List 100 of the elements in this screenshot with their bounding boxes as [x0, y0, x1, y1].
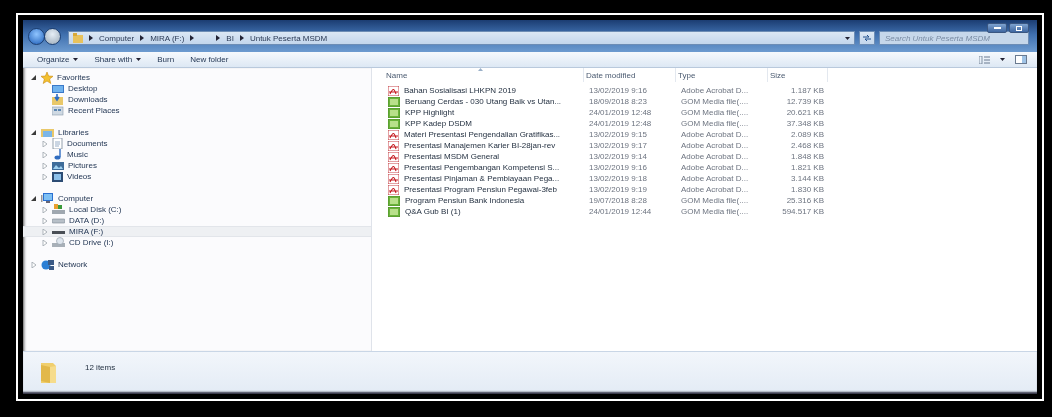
recent-places-icon — [52, 105, 64, 116]
tree-item[interactable]: Local Disk (C:) — [23, 204, 371, 215]
file-name[interactable]: Program Pensiun Bank Indonesia — [384, 195, 584, 206]
star-icon — [41, 71, 53, 84]
file-name[interactable]: Beruang Cerdas - 030 Utang Baik vs Utan... — [384, 96, 584, 107]
computer-icon — [41, 193, 54, 204]
minimize-button[interactable] — [987, 23, 1007, 33]
file-name[interactable]: KPP Kadep DSDM — [384, 118, 584, 129]
tree-item[interactable]: Videos — [23, 171, 371, 182]
date-cell-text: 24/01/2019 12:48 — [588, 118, 653, 129]
file-name[interactable]: Presentasi Pinjaman & Pembiayaan Pega... — [384, 173, 584, 184]
search-field[interactable]: Search Untuk Peserta MSDM — [879, 31, 1029, 45]
tree-item[interactable]: Documents — [23, 138, 371, 149]
file-name[interactable]: Bahan Sosialisasi LHKPN 2019 — [384, 85, 584, 96]
drive-icon — [52, 215, 65, 226]
pdf-file-icon — [388, 140, 399, 151]
toolbar-button[interactable]: Share with — [90, 52, 152, 67]
tree-item[interactable]: Network — [23, 259, 371, 270]
dropdown-arrow-icon — [1000, 58, 1005, 61]
address-bar[interactable]: Computer MIRA (F:) BI Untuk Peserta MSDM — [68, 31, 855, 45]
date-cell-text: 24/01/2019 12:48 — [588, 107, 653, 118]
tree-item[interactable]: CD Drive (I:) — [23, 237, 371, 248]
folder-icon — [73, 33, 83, 43]
date-cell-text: 13/02/2019 9:16 — [588, 162, 648, 173]
tree-item[interactable]: Computer — [23, 193, 371, 204]
tree-item[interactable]: Libraries — [23, 127, 371, 138]
date-cell-text: 13/02/2019 9:19 — [588, 184, 648, 195]
refresh-icon — [862, 33, 872, 43]
chevron-icon — [216, 35, 221, 41]
date-cell-text: 19/07/2018 8:28 — [588, 195, 648, 206]
file-name[interactable]: Materi Presentasi Pengendalian Gratifikas... — [384, 129, 584, 140]
size-cell-text: 2.089 KB — [790, 129, 825, 140]
pdf-file-icon — [388, 85, 399, 96]
type-cell-text: Adobe Acrobat D... — [680, 85, 750, 96]
size-cell-text: 37.348 KB — [785, 118, 825, 129]
pdf-file-icon — [388, 151, 399, 162]
type-cell-text: GOM Media file(.... — [680, 118, 750, 129]
media-file-icon — [388, 206, 400, 217]
forward-button[interactable] — [44, 28, 61, 45]
file-name[interactable]: KPP Highlight — [384, 107, 584, 118]
file-name[interactable]: Presentasi MSDM General — [384, 151, 584, 162]
column-header[interactable]: Date modified — [584, 68, 676, 82]
column-header[interactable]: Size — [768, 68, 828, 82]
back-button[interactable] — [28, 28, 45, 45]
document-icon — [52, 138, 63, 149]
column-header[interactable]: Type — [676, 68, 768, 82]
media-file-icon — [388, 107, 400, 118]
chevron-icon — [140, 35, 145, 41]
dropdown-arrow-icon — [845, 36, 850, 40]
breadcrumb-item[interactable]: Computer — [99, 33, 135, 43]
chevron-icon — [190, 35, 195, 41]
type-cell-text: Adobe Acrobat D... — [680, 140, 750, 151]
size-cell-text: 1.187 KB — [790, 85, 825, 96]
music-note-icon — [52, 149, 63, 160]
file-name[interactable]: Presentasi Manajemen Karier BI-28jan-rev — [384, 140, 584, 151]
tree-item[interactable]: MIRA (F:) — [23, 226, 371, 237]
size-cell-text: 3.144 KB — [790, 173, 825, 184]
type-cell-text: GOM Media file(.... — [680, 206, 750, 217]
file-name[interactable]: Presentasi Program Pensiun Pegawai-3feb — [384, 184, 584, 195]
date-cell-text: 24/01/2019 12:44 — [588, 206, 653, 217]
item-count: 12 items — [85, 362, 116, 372]
tree-item[interactable]: Recent Places — [23, 105, 371, 116]
toolbar-button[interactable]: New folder — [186, 52, 239, 67]
column-header[interactable]: Name — [384, 68, 584, 82]
size-cell-text: 594.517 KB — [781, 206, 825, 217]
date-cell-text: 13/02/2019 9:17 — [588, 140, 648, 151]
breadcrumb-item[interactable]: Untuk Peserta MSDM — [249, 33, 328, 43]
tree-item[interactable]: Favorites — [23, 72, 371, 83]
size-cell-text: 2.468 KB — [790, 140, 825, 151]
refresh-button[interactable] — [859, 31, 875, 45]
media-file-icon — [388, 96, 400, 107]
type-cell-text: Adobe Acrobat D... — [680, 129, 750, 140]
dropdown-arrow-icon — [136, 58, 142, 61]
breadcrumb-item[interactable]: BI — [226, 33, 234, 43]
pdf-file-icon — [388, 173, 399, 184]
tree-item[interactable]: Music — [23, 149, 371, 160]
toolbar-button[interactable]: Organize — [33, 52, 89, 67]
toolbar-button[interactable]: Burn — [153, 52, 185, 67]
library-icon — [41, 127, 54, 138]
tree-item[interactable]: Downloads — [23, 94, 371, 105]
maximize-button[interactable] — [1009, 23, 1029, 33]
downloads-icon — [52, 94, 64, 105]
type-cell-text: GOM Media file(.... — [680, 195, 750, 206]
pdf-file-icon — [388, 129, 399, 140]
size-cell-text: 20.621 KB — [785, 107, 825, 118]
tree-item[interactable]: DATA (D:) — [23, 215, 371, 226]
size-cell-text: 1.821 KB — [790, 162, 825, 173]
tree-item[interactable]: Desktop — [23, 83, 371, 94]
breadcrumb-item[interactable]: MIRA (F:) — [150, 33, 185, 43]
size-cell-text: 1.848 KB — [790, 151, 825, 162]
preview-pane-icon[interactable] — [1015, 55, 1027, 64]
file-name[interactable]: Q&A Gub BI (1) — [384, 206, 584, 217]
picture-icon — [52, 160, 64, 171]
date-cell-text: 13/02/2019 9:16 — [588, 85, 648, 96]
type-cell-text: GOM Media file(.... — [680, 107, 750, 118]
type-cell-text: Adobe Acrobat D... — [680, 162, 750, 173]
type-cell-text: Adobe Acrobat D... — [680, 173, 750, 184]
tree-item[interactable]: Pictures — [23, 160, 371, 171]
file-name[interactable]: Presentasi Pengembangan Kompetensi S... — [384, 162, 584, 173]
cd-drive-icon — [52, 237, 65, 248]
